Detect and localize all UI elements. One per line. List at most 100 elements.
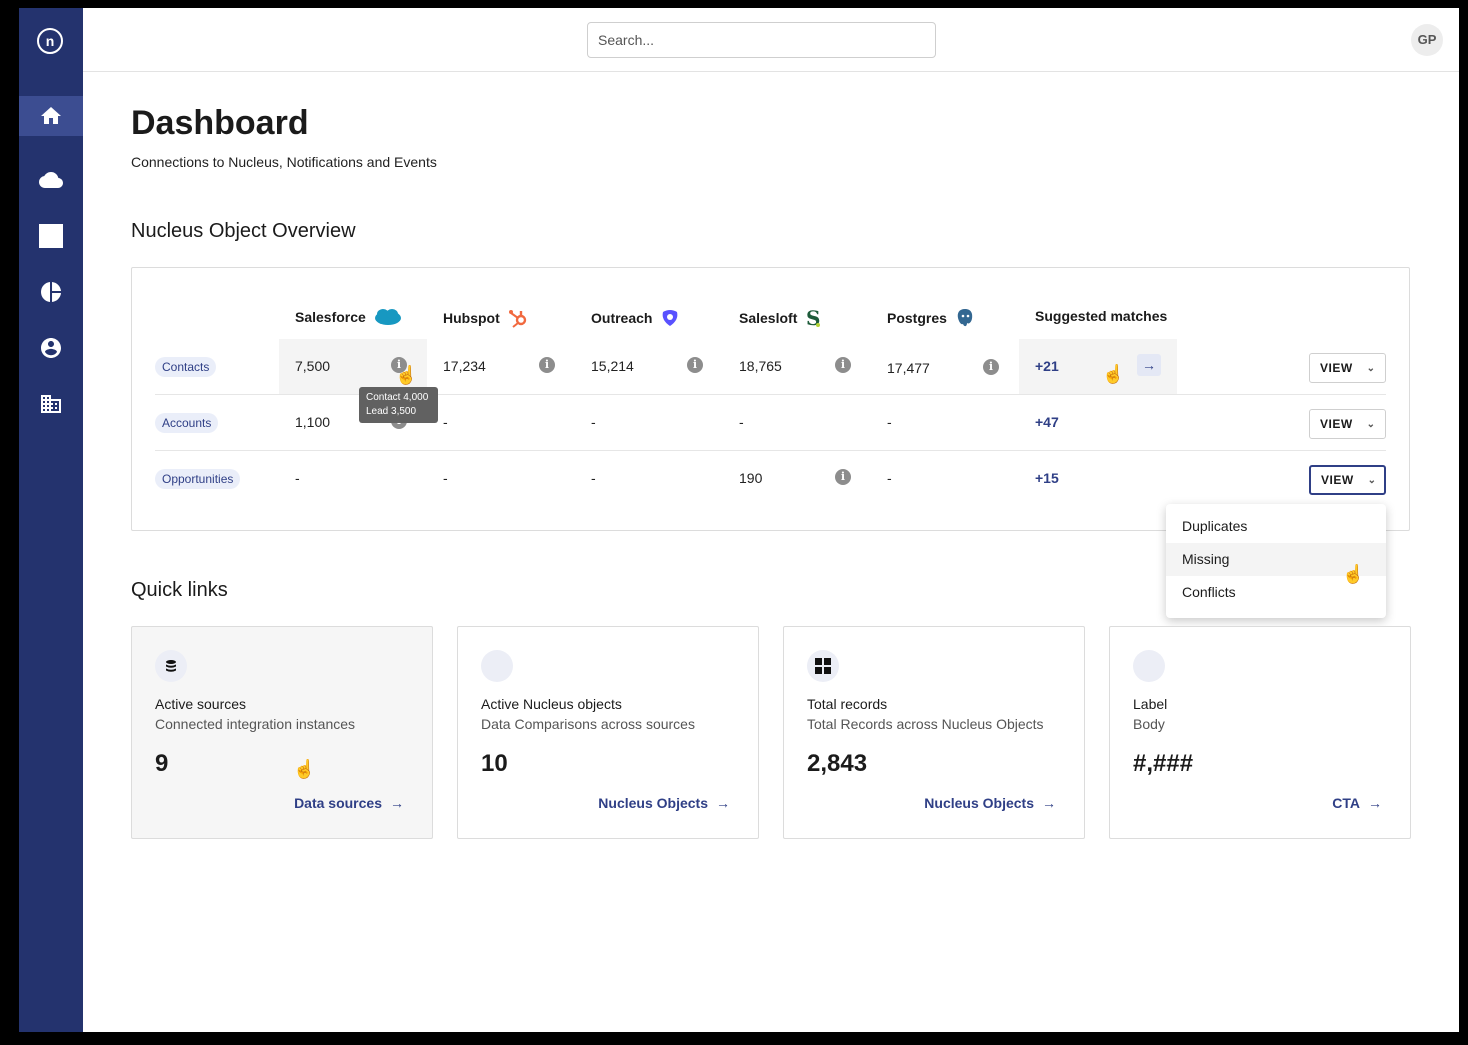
pie-chart-icon <box>41 282 61 302</box>
pointer-cursor-icon: ☝ <box>1342 564 1365 584</box>
card-label: Total records <box>807 696 888 712</box>
sidebar-item-home[interactable] <box>19 96 83 136</box>
cell-salesforce-contacts: 7,500 <box>295 358 331 374</box>
cell-postgres-opportunities: - <box>887 470 892 486</box>
card-value: #,### <box>1133 750 1194 777</box>
info-icon[interactable]: i <box>687 357 703 373</box>
info-icon[interactable]: i <box>539 357 555 373</box>
pointer-cursor-icon: ☝ <box>395 365 418 385</box>
column-header-hubspot: Hubspot <box>443 308 528 328</box>
quick-link-card-active-nucleus-objects[interactable]: Active Nucleus objects Data Comparisons … <box>457 626 759 839</box>
cell-hubspot-opportunities: - <box>443 470 448 486</box>
arrow-right-icon: → <box>1042 795 1056 811</box>
avatar[interactable]: GP <box>1411 24 1443 56</box>
quick-link-card-active-sources[interactable]: Active sources Connected integration ins… <box>131 626 433 839</box>
row-label-accounts: Accounts <box>155 413 219 433</box>
home-icon <box>41 107 61 124</box>
cell-hubspot-contacts: 17,234 <box>443 358 486 374</box>
cell-postgres-accounts: - <box>887 414 892 430</box>
pointer-cursor-icon: ☝ <box>1102 364 1125 384</box>
column-header-suggested-matches: Suggested matches <box>1035 308 1168 324</box>
search-input[interactable] <box>587 22 936 58</box>
sidebar-item-organization[interactable] <box>19 384 83 424</box>
cell-outreach-opportunities: - <box>591 470 596 486</box>
pointer-cursor-icon: ☝ <box>293 759 316 779</box>
column-header-outreach: Outreach <box>591 308 680 328</box>
card-link-nucleus-objects[interactable]: Nucleus Objects → <box>598 795 730 811</box>
row-label-contacts: Contacts <box>155 357 217 377</box>
suggested-matches-contacts[interactable]: +21 <box>1035 358 1059 374</box>
arrow-right-icon[interactable]: → <box>1137 354 1161 376</box>
suggested-matches-opportunities[interactable]: +15 <box>1035 470 1059 486</box>
cell-outreach-contacts: 15,214 <box>591 358 634 374</box>
overview-table: Salesforce Hubspot Outreach Salesloft S … <box>131 267 1410 531</box>
card-link-data-sources[interactable]: Data sources → <box>294 795 404 811</box>
card-value: 10 <box>481 750 508 777</box>
cloud-icon <box>39 172 63 188</box>
placeholder-icon <box>481 650 513 682</box>
view-button-opportunities[interactable]: VIEW ⌄ <box>1309 465 1386 495</box>
sidebar: n <box>19 8 83 1032</box>
sidebar-item-reports[interactable] <box>19 272 83 312</box>
row-divider <box>155 394 1386 395</box>
cell-salesloft-accounts: - <box>739 414 744 430</box>
page-subtitle: Connections to Nucleus, Notifications an… <box>131 154 437 170</box>
cell-salesforce-accounts: 1,100 <box>295 414 331 430</box>
top-bar: GP <box>83 8 1459 72</box>
cell-outreach-accounts: - <box>591 414 596 430</box>
square-icon <box>39 224 63 248</box>
page-title: Dashboard <box>131 104 309 142</box>
quick-links-title: Quick links <box>131 579 228 601</box>
card-label: Active sources <box>155 696 247 712</box>
row-label-opportunities: Opportunities <box>155 469 241 489</box>
account-icon <box>41 338 61 358</box>
view-button-accounts[interactable]: VIEW ⌄ <box>1309 409 1386 439</box>
hubspot-icon <box>508 310 526 328</box>
chevron-down-icon: ⌄ <box>1366 362 1376 374</box>
cell-salesloft-contacts: 18,765 <box>739 358 782 374</box>
column-header-postgres: Postgres <box>887 308 975 328</box>
outreach-icon <box>663 310 678 326</box>
card-label: Label <box>1133 696 1168 712</box>
app-window: n GP Dashboard Connections to Nucleus, N… <box>19 8 1459 1032</box>
arrow-right-icon: → <box>716 795 730 811</box>
card-value: 9 <box>155 750 169 777</box>
info-icon[interactable]: i <box>983 359 999 375</box>
sidebar-item-square[interactable] <box>19 216 83 256</box>
overview-title: Nucleus Object Overview <box>131 220 356 242</box>
suggested-matches-accounts[interactable]: +47 <box>1035 414 1059 430</box>
quick-link-card-label[interactable]: Label Body #,### CTA → <box>1109 626 1411 839</box>
card-value: 2,843 <box>807 750 868 777</box>
card-link-nucleus-objects[interactable]: Nucleus Objects → <box>924 795 1056 811</box>
view-dropdown-menu: Duplicates Missing Conflicts <box>1166 504 1386 618</box>
view-button-contacts[interactable]: VIEW ⌄ <box>1309 353 1386 383</box>
menu-item-duplicates[interactable]: Duplicates <box>1166 510 1386 543</box>
arrow-right-icon: → <box>390 795 404 811</box>
column-header-salesforce: Salesforce <box>295 308 402 326</box>
card-body: Connected integration instances <box>155 716 356 732</box>
info-icon[interactable]: i <box>835 469 851 485</box>
cell-hubspot-accounts: - <box>443 414 448 430</box>
cell-postgres-contacts: 17,477 <box>887 360 930 376</box>
nucleus-logo[interactable]: n <box>37 28 63 54</box>
salesforce-icon <box>374 309 401 325</box>
chevron-down-icon: ⌄ <box>1367 474 1377 486</box>
cell-salesforce-opportunities: - <box>295 470 300 486</box>
card-body: Body <box>1133 716 1165 732</box>
card-body: Data Comparisons across sources <box>481 716 695 732</box>
salesloft-icon: S <box>806 308 820 328</box>
database-icon <box>155 650 187 682</box>
tooltip: Contact 4,000 Lead 3,500 <box>359 387 438 423</box>
postgres-icon <box>957 309 973 327</box>
quick-link-card-total-records[interactable]: Total records Total Records across Nucle… <box>783 626 1085 839</box>
placeholder-icon <box>1133 650 1165 682</box>
cell-salesloft-opportunities: 190 <box>739 470 763 486</box>
grid-icon <box>807 650 839 682</box>
sidebar-item-account[interactable] <box>19 328 83 368</box>
row-divider <box>155 450 1386 451</box>
chevron-down-icon: ⌄ <box>1366 418 1376 430</box>
card-link-cta[interactable]: CTA → <box>1332 795 1382 811</box>
info-icon[interactable]: i <box>835 357 851 373</box>
sidebar-item-cloud[interactable] <box>19 160 83 200</box>
column-header-salesloft: Salesloft S <box>739 308 821 328</box>
